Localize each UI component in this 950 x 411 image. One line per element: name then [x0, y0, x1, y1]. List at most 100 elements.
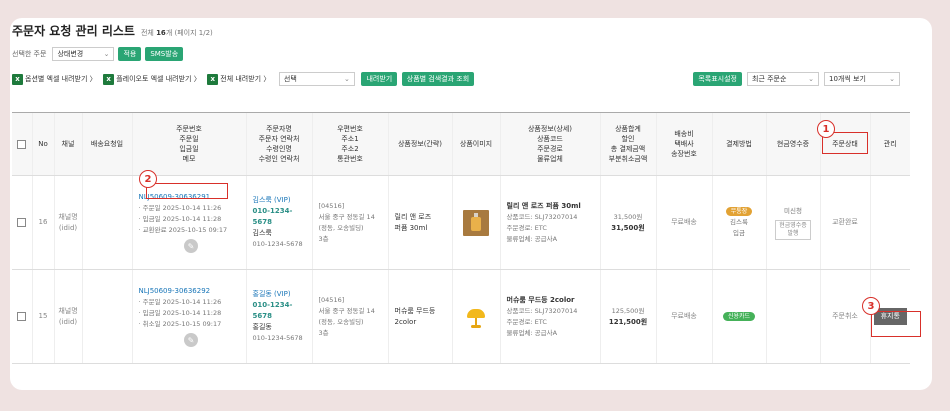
excel-icon: x	[103, 73, 115, 85]
header-total: 상품합계 할인 총 결제금액 부분취소금액	[599, 112, 656, 176]
row-order-status: 주문취소	[819, 269, 870, 364]
header-product-detail: 상품정보(상세) 상품코드 주문경로 물류업체	[499, 112, 600, 176]
header-delivery-request: 배송요청일	[81, 112, 132, 176]
header-orderer: 주문자명 주문자 연락처 수령인명 수령인 연락처	[245, 112, 312, 176]
row-product-short: 머슈룸 무드등 2color	[387, 269, 452, 364]
memo-edit-icon[interactable]: ✎	[184, 239, 198, 253]
result-count: 전체 16개 (페이지 1/2)	[140, 29, 213, 37]
header-checkbox-cell[interactable]	[12, 112, 32, 176]
toolbar: x 옵션별 엑셀 내려받기 〉 x 플레이오토 엑셀 내려받기 〉 x 전체 내려받기…	[12, 72, 910, 88]
chevron-down-icon: ⌄	[103, 50, 110, 58]
row-no: 16	[31, 175, 54, 270]
order-number-highlight-box	[146, 183, 228, 199]
row-checkbox-cell[interactable]	[12, 175, 32, 270]
excel-icon: x	[207, 73, 219, 85]
product-name: 릴리 앤 로즈 퍼퓸 30ml	[506, 201, 581, 210]
header-no: No	[31, 112, 54, 176]
excel-icon: x	[12, 73, 23, 85]
apply-button[interactable]: 적용	[118, 47, 142, 61]
payment-badge: 신용카드	[722, 312, 756, 321]
page-header: 주문자 요청 관리 리스트 전체 16개 (페이지 1/2)	[12, 22, 213, 39]
display-settings-button[interactable]: 목록표시설정	[693, 72, 742, 86]
header-manage: 관리	[869, 112, 910, 176]
deposit-date: · 입금일 2025-10-14 11:28	[138, 215, 222, 223]
page-size-select[interactable]: 10개씩 보기 ⌄	[824, 72, 900, 86]
orderer-phone: 010-1234-5678	[252, 207, 293, 226]
status-change-select[interactable]: 상태변경 ⌄	[52, 47, 115, 61]
excel-all-link[interactable]: x 전체 내려받기 〉	[207, 73, 270, 85]
receiver-name: 홍길동	[252, 323, 272, 331]
row-shipping: 무료배송	[655, 175, 712, 270]
table-row: 15 채널명 (idid) NLJ50609-30636292 · 주문일 202…	[12, 269, 910, 364]
row-channel: 채널명 (idid)	[53, 269, 82, 364]
header-channel: 채널	[53, 112, 82, 176]
row-checkbox[interactable]	[17, 217, 27, 227]
selection-label: 선택한 주문	[12, 50, 47, 58]
orderer-phone: 010-1234-5678	[252, 301, 293, 320]
payment-badge: 무통장	[725, 207, 753, 216]
annotation-marker-3: 3	[862, 297, 880, 315]
orderer-name-link[interactable]: 김스룩 (VIP)	[253, 195, 310, 206]
header-order: 주문번호 주문일 입금일 메모	[131, 112, 246, 176]
receiver-name: 김스룩	[252, 229, 272, 237]
row-channel: 채널명 (idid)	[53, 175, 82, 270]
receiver-phone: 010-1234-5678	[252, 334, 303, 342]
perfume-product-image[interactable]	[463, 209, 489, 236]
row-total: 125,500원 121,500원	[599, 269, 656, 364]
mushroom-lamp-product-image[interactable]	[463, 304, 489, 330]
row-cash-receipt: 미신청 현금영수증 발행	[765, 175, 820, 270]
sms-button[interactable]: SMS발송	[145, 47, 184, 61]
row-address: [04516] 서울 중구 정동길 14 (정동, 오송빌딩) 3층	[311, 269, 388, 364]
order-route: 주문경로: ETC	[506, 317, 547, 326]
header-product-image: 상품이미지	[451, 112, 500, 176]
order-route: 주문경로: ETC	[506, 223, 547, 232]
issue-cash-receipt-button[interactable]: 현금영수증 발행	[775, 219, 811, 240]
toolbar-right: 목록표시설정 최근 주문순 ⌄ 10개씩 보기 ⌄	[693, 72, 900, 86]
row-orderer-info: 홍길동 (VIP) 010-1234-5678 홍길동 010-1234-567…	[245, 269, 312, 364]
product-code: 상품코드: SLJ73207014	[506, 212, 578, 221]
row-delivery-request	[81, 175, 132, 270]
row-product-detail: 릴리 앤 로즈 퍼퓸 30ml 상품코드: SLJ73207014 주문경로: …	[499, 175, 600, 270]
annotation-marker-1: 1	[817, 120, 835, 138]
row-checkbox-cell[interactable]	[12, 269, 32, 364]
excel-options-link[interactable]: x 옵션별 엑셀 내려받기 〉	[12, 73, 97, 85]
cancel-date: · 취소일 2025-10-15 09:17	[138, 320, 222, 328]
selection-bar: 선택한 주문 상태변경 ⌄ 적용 SMS발송	[12, 47, 184, 61]
orderer-name-link[interactable]: 홍길동 (VIP)	[253, 289, 310, 300]
order-date: · 주문일 2025-10-14 11:26	[138, 298, 222, 306]
row-order-info: NLJ50609-30636292 · 주문일 2025-10-14 11:26…	[131, 269, 246, 364]
product-code: 상품코드: SLJ73207014	[506, 306, 578, 315]
excel-playauto-link[interactable]: x 플레이오토 엑셀 내려받기 〉	[103, 73, 201, 85]
row-cash-receipt	[765, 269, 820, 364]
exchange-date: · 교환완료 2025-10-15 09:17	[138, 226, 228, 234]
header-cash-receipt: 현금영수증	[765, 112, 820, 176]
chevron-down-icon: ⌄	[889, 75, 895, 83]
row-address: [04516] 서울 중구 정동길 14 (정동, 오송빌딩) 3층	[311, 175, 388, 270]
table-header-row: No 채널 배송요청일 주문번호 주문일 입금일 메모 주문자명 주문자 연락처 수령인명…	[12, 112, 910, 176]
row-no: 15	[31, 269, 54, 364]
memo-edit-icon[interactable]: ✎	[184, 333, 198, 347]
search-result-button[interactable]: 상품별 검색결과 조회	[401, 72, 475, 86]
download-type-select[interactable]: 선택 ⌄	[278, 72, 355, 86]
order-number-link[interactable]: NLJ50609-30636292	[139, 286, 244, 297]
order-table: No 채널 배송요청일 주문번호 주문일 입금일 메모 주문자명 주문자 연락처 수령인명…	[12, 112, 910, 364]
cash-receipt-status: 미신청	[784, 206, 802, 215]
row-product-short: 릴리 앤 로즈 퍼퓸 30ml	[387, 175, 452, 270]
row-delivery-request	[81, 269, 132, 364]
header-product-short: 상품정보(간략)	[387, 112, 452, 176]
sort-select[interactable]: 최근 주문순 ⌄	[747, 72, 819, 86]
row-payment: 신용카드	[711, 269, 766, 364]
deposit-date: · 입금일 2025-10-14 11:28	[138, 309, 222, 317]
row-manage	[869, 175, 910, 270]
download-button[interactable]: 내려받기	[361, 72, 398, 86]
row-product-detail: 머슈룸 무드등 2color 상품코드: SLJ73207014 주문경로: E…	[499, 269, 600, 364]
row-order-status: 교환완료	[819, 175, 870, 270]
row-shipping: 무료배송	[655, 269, 712, 364]
select-all-checkbox[interactable]	[17, 139, 27, 149]
page-title: 주문자 요청 관리 리스트	[12, 24, 135, 38]
row-checkbox[interactable]	[17, 311, 27, 321]
receiver-phone: 010-1234-5678	[252, 240, 303, 248]
row-total: 31,500원 31,500원	[599, 175, 656, 270]
order-date: · 주문일 2025-10-14 11:26	[138, 204, 222, 212]
chevron-down-icon: ⌄	[344, 75, 350, 83]
